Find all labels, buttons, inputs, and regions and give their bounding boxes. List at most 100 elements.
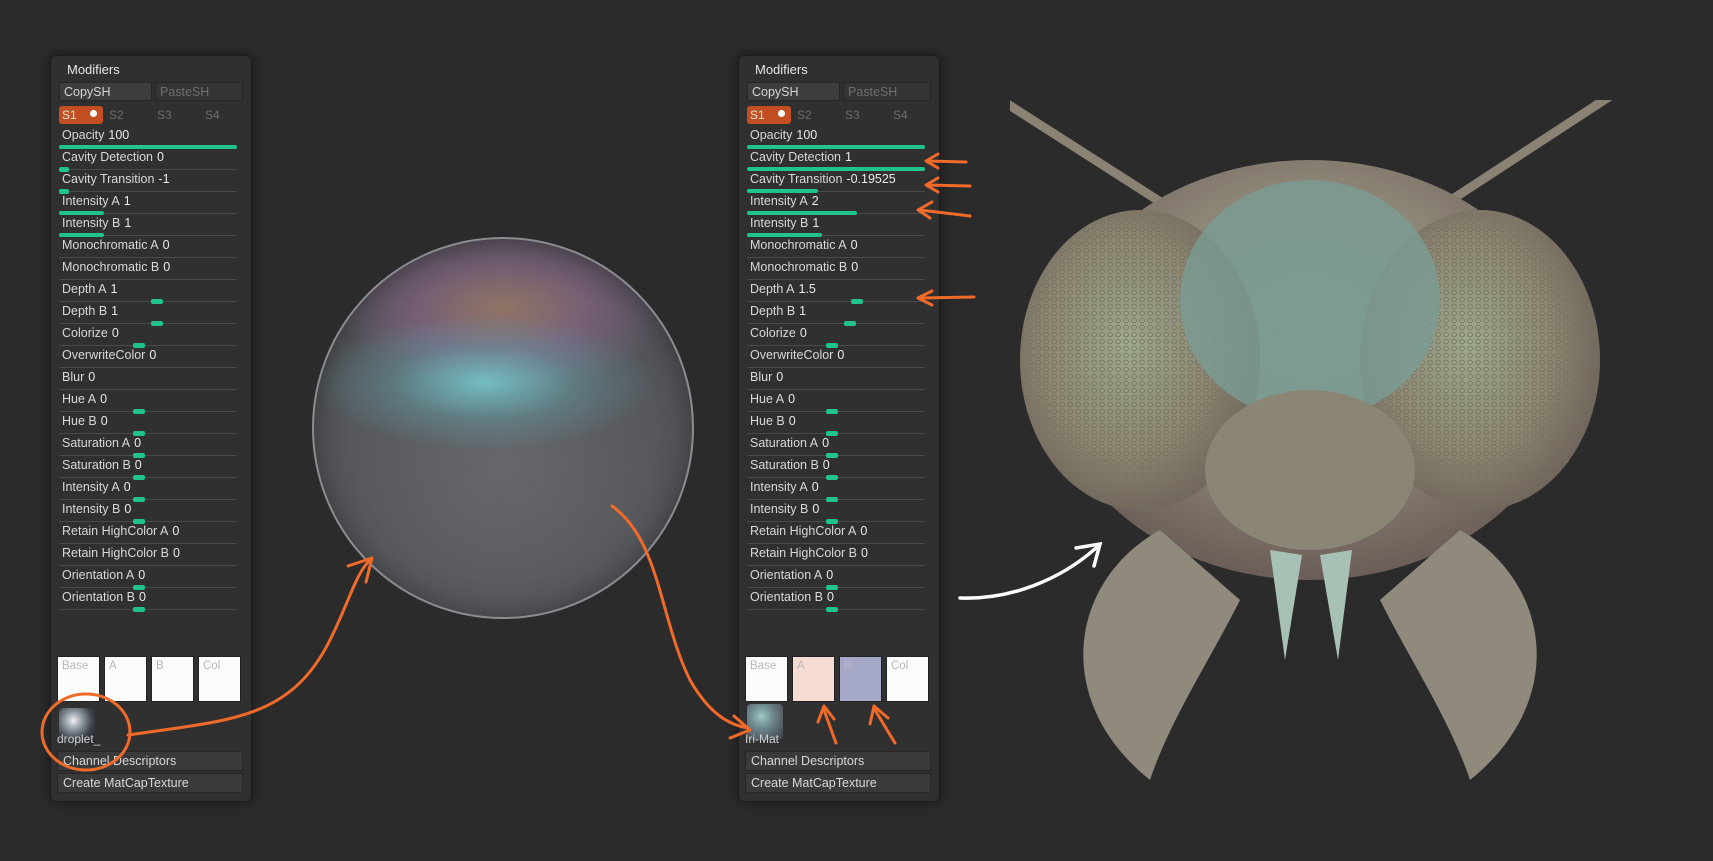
- modifier-slider[interactable]: Monochromatic A0: [747, 236, 931, 258]
- slider-label: Opacity 100: [62, 128, 129, 142]
- modifier-slider[interactable]: Cavity Detection 1: [747, 148, 931, 171]
- slider-track[interactable]: [59, 607, 237, 612]
- channel-descriptors-button[interactable]: Channel Descriptors: [745, 751, 931, 771]
- slot-s1[interactable]: S1: [59, 106, 103, 124]
- modifier-slider[interactable]: Depth B1: [59, 302, 243, 326]
- slider-name: Hue A: [62, 392, 97, 406]
- slider-label: Depth B1: [62, 304, 118, 318]
- slider-value: 0: [826, 568, 834, 582]
- modifier-slider[interactable]: Saturation B0: [59, 456, 243, 480]
- slot-s2[interactable]: S2: [109, 106, 124, 124]
- modifier-slider[interactable]: OverwriteColor 0: [59, 346, 243, 368]
- modifier-slider[interactable]: Hue B0: [747, 412, 931, 436]
- slot-s1[interactable]: S1: [747, 106, 791, 124]
- slider-knob[interactable]: [826, 607, 838, 612]
- copysh-button[interactable]: CopySH: [747, 82, 840, 101]
- slider-label: Orientation A0: [62, 568, 145, 582]
- slider-label: Monochromatic B0: [750, 260, 858, 274]
- modifier-slider[interactable]: Orientation B0: [747, 588, 931, 612]
- modifier-slider[interactable]: Monochromatic A0: [59, 236, 243, 258]
- modifier-slider[interactable]: Intensity B0: [59, 500, 243, 524]
- modifier-slider[interactable]: Intensity A0: [59, 478, 243, 502]
- swatch-base-label: Base: [750, 660, 777, 672]
- modifier-slider[interactable]: Depth A1: [59, 280, 243, 304]
- slider-value: 0: [799, 326, 807, 340]
- modifier-slider[interactable]: Intensity A0: [747, 478, 931, 502]
- slider-name: Blur: [62, 370, 85, 384]
- modifier-slider[interactable]: Monochromatic B0: [59, 258, 243, 280]
- slider-label: Hue A0: [750, 392, 795, 406]
- slider-track[interactable]: [747, 607, 925, 612]
- slider-label: Saturation A0: [62, 436, 141, 450]
- slider-name: Cavity Transition: [750, 172, 843, 186]
- modifier-slider[interactable]: Depth B1: [747, 302, 931, 326]
- modifier-slider[interactable]: Opacity 100: [59, 126, 243, 149]
- slider-label: Intensity B1: [62, 216, 131, 230]
- panel-title: Modifiers: [67, 62, 120, 77]
- modifier-slider[interactable]: Retain HighColor B 0: [747, 544, 931, 566]
- modifier-slider[interactable]: Colorize 0: [747, 324, 931, 348]
- slider-label: Intensity B0: [62, 502, 131, 516]
- matcap-sphere-preview: [312, 237, 694, 619]
- slot-s3[interactable]: S3: [845, 106, 860, 124]
- slider-label: Saturation B0: [750, 458, 830, 472]
- modifier-slider[interactable]: Intensity A2: [747, 192, 931, 215]
- slot-s2[interactable]: S2: [797, 106, 812, 124]
- slot-active-dot-icon: [776, 108, 787, 119]
- modifier-slider[interactable]: Blur 0: [59, 368, 243, 390]
- modifier-slider[interactable]: Orientation A0: [747, 566, 931, 590]
- modifier-slider[interactable]: OverwriteColor 0: [747, 346, 931, 368]
- pastesh-button[interactable]: PasteSH: [155, 82, 243, 101]
- modifier-slider[interactable]: Retain HighColor A0: [59, 522, 243, 544]
- swatch-a[interactable]: A: [104, 656, 147, 702]
- slot-s4[interactable]: S4: [205, 106, 220, 124]
- modifier-slider[interactable]: Retain HighColor A0: [747, 522, 931, 544]
- modifier-slider[interactable]: Orientation B0: [59, 588, 243, 612]
- modifier-slider[interactable]: Saturation B0: [747, 456, 931, 480]
- mandible-right: [1380, 530, 1537, 780]
- swatch-b[interactable]: B: [839, 656, 882, 702]
- slot-s3[interactable]: S3: [157, 106, 172, 124]
- modifier-slider[interactable]: Cavity Transition -1: [59, 170, 243, 194]
- create-matcap-texture-button[interactable]: Create MatCapTexture: [745, 773, 931, 793]
- slider-name: Monochromatic B: [750, 260, 848, 274]
- slider-knob[interactable]: [133, 607, 145, 612]
- slider-label: Intensity A2: [750, 194, 819, 208]
- modifier-slider[interactable]: Saturation A0: [747, 434, 931, 458]
- modifier-slider[interactable]: Hue A0: [747, 390, 931, 414]
- slider-name: Intensity A: [750, 194, 808, 208]
- swatch-base[interactable]: Base: [57, 656, 100, 702]
- slider-value: 0: [812, 502, 820, 516]
- modifier-slider[interactable]: Hue B0: [59, 412, 243, 436]
- modifier-slider[interactable]: Opacity 100: [747, 126, 931, 149]
- modifier-slider[interactable]: Retain HighColor B 0: [59, 544, 243, 566]
- modifier-slider[interactable]: Intensity B1: [59, 214, 243, 237]
- swatch-base-label: Base: [62, 660, 89, 672]
- modifier-slider[interactable]: Intensity A1: [59, 192, 243, 215]
- swatch-a[interactable]: A: [792, 656, 835, 702]
- copysh-button[interactable]: CopySH: [59, 82, 152, 101]
- slider-label: Colorize 0: [750, 326, 807, 340]
- modifier-slider[interactable]: Cavity Transition -0.19525: [747, 170, 931, 193]
- modifier-slider[interactable]: Cavity Detection 0: [59, 148, 243, 172]
- swatch-base[interactable]: Base: [745, 656, 788, 702]
- modifier-slider[interactable]: Intensity B0: [747, 500, 931, 524]
- modifier-slider[interactable]: Blur 0: [747, 368, 931, 390]
- slider-value: 0: [88, 370, 96, 384]
- swatch-b[interactable]: B: [151, 656, 194, 702]
- modifier-slider[interactable]: Intensity B1: [747, 214, 931, 237]
- modifier-slider[interactable]: Orientation A0: [59, 566, 243, 590]
- modifier-slider[interactable]: Depth A 1.5: [747, 280, 931, 304]
- modifier-slider[interactable]: Saturation A0: [59, 434, 243, 458]
- modifier-slider[interactable]: Hue A0: [59, 390, 243, 414]
- channel-descriptors-button[interactable]: Channel Descriptors: [57, 751, 243, 771]
- swatch-col[interactable]: Col: [198, 656, 241, 702]
- slider-label: Blur 0: [62, 370, 95, 384]
- slot-s4[interactable]: S4: [893, 106, 908, 124]
- create-matcap-texture-button[interactable]: Create MatCapTexture: [57, 773, 243, 793]
- pastesh-button[interactable]: PasteSH: [843, 82, 931, 101]
- matcap-name: droplet_: [57, 732, 101, 746]
- modifier-slider[interactable]: Monochromatic B0: [747, 258, 931, 280]
- swatch-col[interactable]: Col: [886, 656, 929, 702]
- modifier-slider[interactable]: Colorize 0: [59, 324, 243, 348]
